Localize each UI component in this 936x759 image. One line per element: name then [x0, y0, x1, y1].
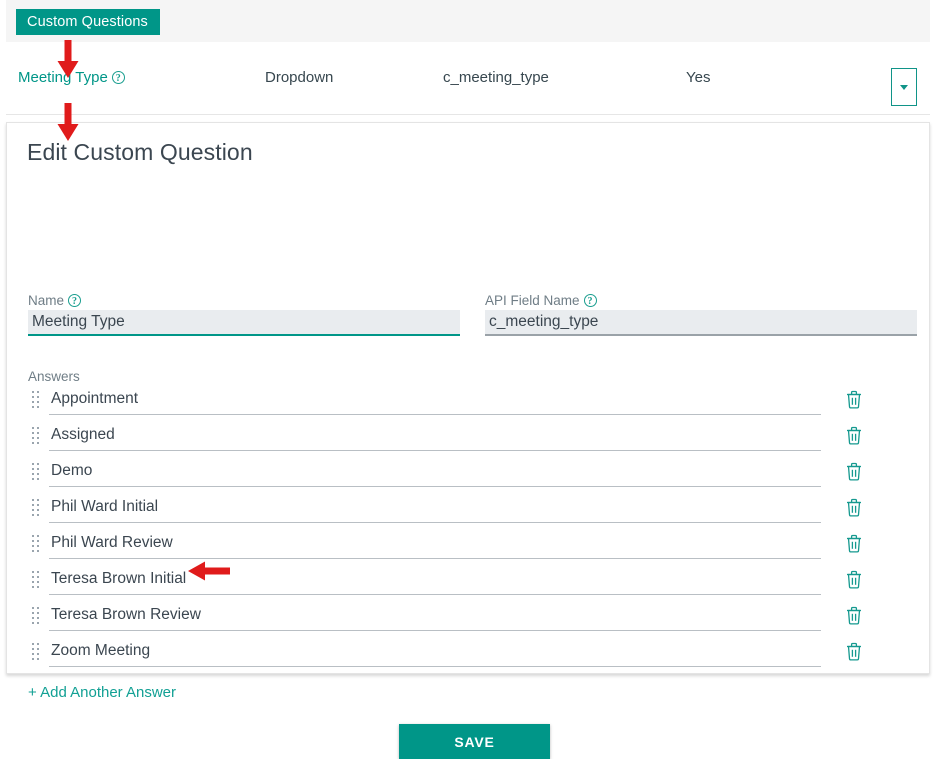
trash-icon[interactable]: [843, 568, 865, 590]
question-mark-circle-icon[interactable]: ?: [583, 294, 597, 307]
custom-questions-table: Meeting Type? Dropdown c_meeting_type Ye…: [6, 42, 930, 115]
answer-input[interactable]: [49, 529, 821, 559]
tab-custom-questions[interactable]: Custom Questions: [16, 9, 160, 35]
trash-icon[interactable]: [843, 424, 865, 446]
answer-row: [28, 637, 908, 673]
answer-input[interactable]: [49, 565, 821, 595]
edit-custom-question-panel: Edit Custom Question Name? API Field Nam…: [6, 122, 930, 759]
api-field-name-input[interactable]: [485, 310, 917, 336]
question-type-cell: Dropdown: [265, 69, 334, 86]
add-another-answer-link[interactable]: + Add Another Answer: [28, 684, 176, 701]
question-api-field-cell: c_meeting_type: [443, 69, 549, 86]
answer-row: [28, 493, 908, 529]
drag-handle-dots-icon[interactable]: [32, 607, 40, 624]
answer-input[interactable]: [49, 637, 821, 667]
page-title: Edit Custom Question: [27, 139, 253, 165]
api-field-name-label: API Field Name?: [485, 293, 597, 308]
name-input[interactable]: [28, 310, 460, 336]
drag-handle-dots-icon[interactable]: [32, 535, 40, 552]
trash-icon[interactable]: [843, 604, 865, 626]
answer-input[interactable]: [49, 601, 821, 631]
drag-handle-dots-icon[interactable]: [32, 499, 40, 516]
trash-icon[interactable]: [843, 640, 865, 662]
question-name-text: Meeting Type: [18, 69, 108, 86]
row-actions-dropdown-button[interactable]: [891, 68, 917, 106]
answers-list: [28, 385, 908, 673]
drag-handle-dots-icon[interactable]: [32, 391, 40, 408]
question-mark-circle-icon[interactable]: ?: [111, 71, 125, 84]
answer-input[interactable]: [49, 421, 821, 451]
trash-icon[interactable]: [843, 388, 865, 410]
name-field-label: Name?: [28, 293, 82, 308]
question-required-cell: Yes: [686, 69, 711, 86]
question-mark-circle-icon[interactable]: ?: [68, 294, 82, 307]
api-label-text: API Field Name: [485, 293, 580, 308]
drag-handle-dots-icon[interactable]: [32, 427, 40, 444]
chevron-down-icon: [900, 85, 908, 90]
save-button[interactable]: SAVE: [399, 724, 550, 759]
answer-row: [28, 421, 908, 457]
answer-input[interactable]: [49, 457, 821, 487]
answer-row: [28, 565, 908, 601]
answer-row: [28, 529, 908, 565]
trash-icon[interactable]: [843, 460, 865, 482]
answer-row: [28, 601, 908, 637]
name-label-text: Name: [28, 293, 65, 308]
drag-handle-dots-icon[interactable]: [32, 643, 40, 660]
drag-handle-dots-icon[interactable]: [32, 463, 40, 480]
answer-input[interactable]: [49, 385, 821, 415]
answers-section-label: Answers: [28, 369, 80, 384]
answer-row: [28, 457, 908, 493]
answer-input[interactable]: [49, 493, 821, 523]
trash-icon[interactable]: [843, 532, 865, 554]
drag-handle-dots-icon[interactable]: [32, 571, 40, 588]
answer-row: [28, 385, 908, 421]
trash-icon[interactable]: [843, 496, 865, 518]
question-name-link[interactable]: Meeting Type?: [18, 42, 125, 114]
tab-strip: Custom Questions: [6, 0, 930, 42]
